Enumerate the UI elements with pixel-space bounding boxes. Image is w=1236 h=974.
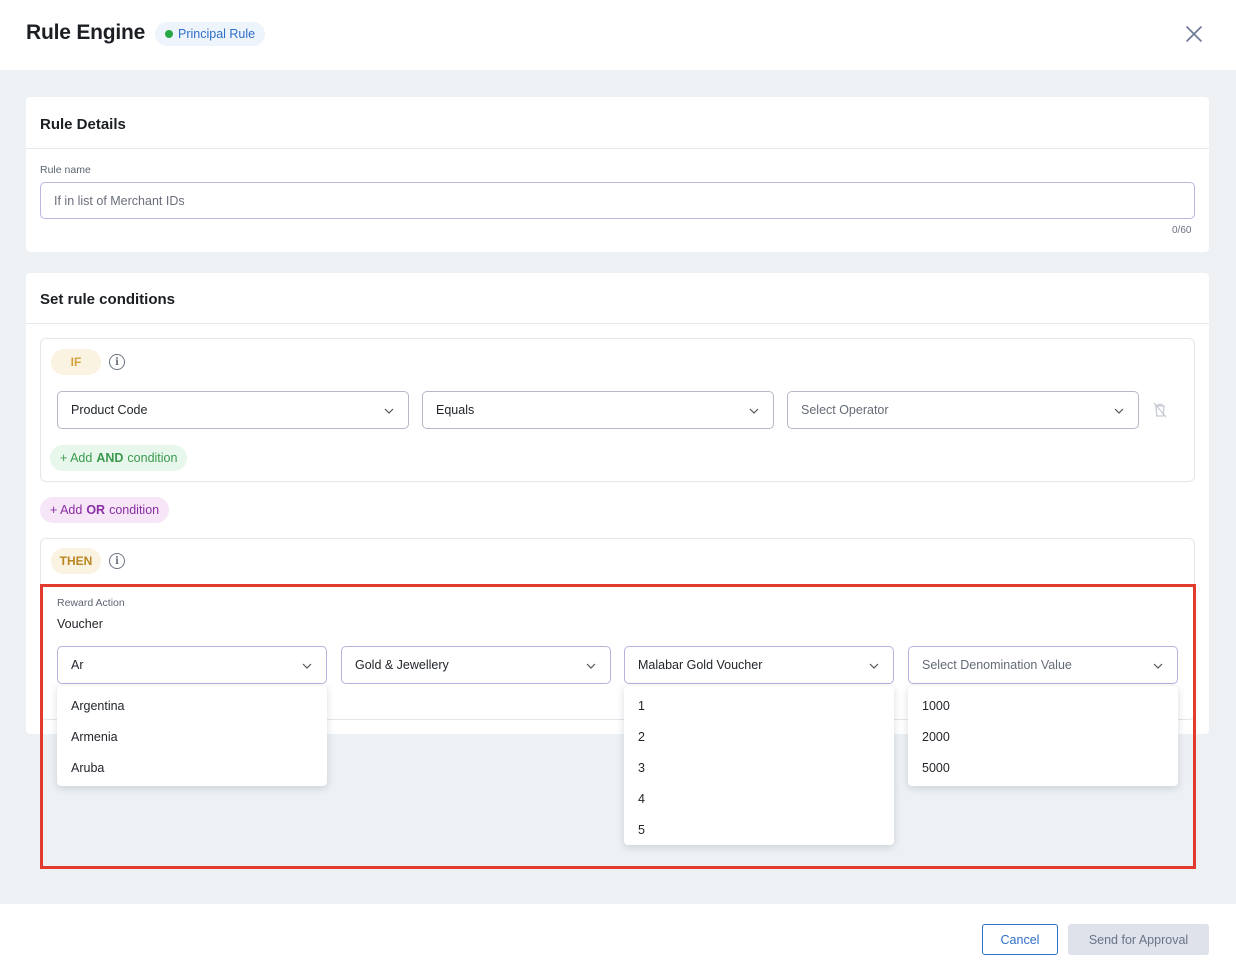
rule-name-label: Rule name [40, 164, 91, 176]
country-option[interactable]: Aruba [71, 761, 104, 775]
info-icon[interactable]: i [109, 553, 125, 569]
add-or-keyword: OR [86, 503, 106, 517]
char-counter: 0/60 [1172, 225, 1192, 236]
add-or-condition-button[interactable]: + Add OR condition [40, 497, 170, 523]
denomination-placeholder: Select Denomination Value [922, 658, 1072, 672]
reward-action-value: Voucher [57, 617, 103, 631]
chevron-down-icon [749, 408, 759, 414]
divider [26, 323, 1209, 324]
add-and-suffix: condition [127, 451, 178, 465]
operator-select[interactable]: Select Operator [787, 391, 1139, 429]
if-pill: IF [51, 349, 101, 375]
denomination-option[interactable]: 2000 [922, 730, 950, 744]
rule-details-card: Rule Details Rule name If in list of Mer… [26, 97, 1209, 252]
add-or-prefix: + Add [50, 503, 83, 517]
rule-name-input[interactable]: If in list of Merchant IDs [40, 182, 1195, 219]
product-code-select[interactable]: Product Code [57, 391, 409, 429]
delete-icon[interactable] [1153, 402, 1167, 418]
modal-header: Rule Engine Principal Rule [0, 0, 1236, 70]
rule-conditions-heading: Set rule conditions [40, 291, 176, 308]
product-code-value: Product Code [71, 403, 148, 417]
quantity-option[interactable]: 5 [638, 823, 645, 837]
chevron-down-icon [869, 663, 879, 669]
status-badge: Principal Rule [155, 22, 266, 46]
country-select[interactable]: Ar [57, 646, 327, 684]
denomination-dropdown: 1000 2000 5000 [908, 686, 1178, 786]
voucher-value: Malabar Gold Voucher [638, 658, 763, 672]
country-option[interactable]: Armenia [71, 730, 118, 744]
chevron-down-icon [1114, 408, 1124, 414]
send-for-approval-button[interactable]: Send for Approval [1068, 924, 1209, 955]
page-title: Rule Engine [26, 21, 146, 44]
rule-details-heading: Rule Details [40, 116, 126, 133]
reward-action-label: Reward Action [57, 597, 125, 609]
quantity-option[interactable]: 4 [638, 792, 645, 806]
denomination-option[interactable]: 5000 [922, 761, 950, 775]
comparator-value: Equals [436, 403, 475, 417]
close-icon[interactable] [1184, 24, 1204, 44]
add-and-prefix: + Add [60, 451, 93, 465]
chevron-down-icon [586, 663, 596, 669]
denomination-select[interactable]: Select Denomination Value [908, 646, 1178, 684]
category-value: Gold & Jewellery [355, 658, 449, 672]
comparator-select[interactable]: Equals [422, 391, 774, 429]
country-option[interactable]: Argentina [71, 699, 125, 713]
divider [26, 148, 1209, 149]
add-and-condition-button[interactable]: + Add AND condition [50, 445, 188, 471]
info-icon[interactable]: i [109, 354, 125, 370]
add-or-suffix: condition [109, 503, 160, 517]
quantity-option[interactable]: 3 [638, 761, 645, 775]
quantity-option[interactable]: 1 [638, 699, 645, 713]
status-dot-icon [165, 30, 173, 38]
country-dropdown: Argentina Armenia Aruba [57, 686, 327, 786]
operator-placeholder: Select Operator [801, 403, 889, 417]
quantity-dropdown: 1 2 3 4 5 [624, 686, 894, 845]
chevron-down-icon [302, 663, 312, 669]
denomination-option[interactable]: 1000 [922, 699, 950, 713]
voucher-select[interactable]: Malabar Gold Voucher [624, 646, 894, 684]
chevron-down-icon [384, 408, 394, 414]
cancel-button[interactable]: Cancel [982, 924, 1058, 955]
then-pill: THEN [51, 548, 101, 574]
category-select[interactable]: Gold & Jewellery [341, 646, 611, 684]
rule-conditions-card: Set rule conditions IF i Product Code Eq… [26, 273, 1209, 734]
quantity-option[interactable]: 2 [638, 730, 645, 744]
rule-name-placeholder: If in list of Merchant IDs [54, 193, 185, 208]
chevron-down-icon [1153, 663, 1163, 669]
country-value: Ar [71, 658, 84, 672]
add-and-keyword: AND [96, 451, 124, 465]
status-badge-label: Principal Rule [178, 27, 256, 41]
